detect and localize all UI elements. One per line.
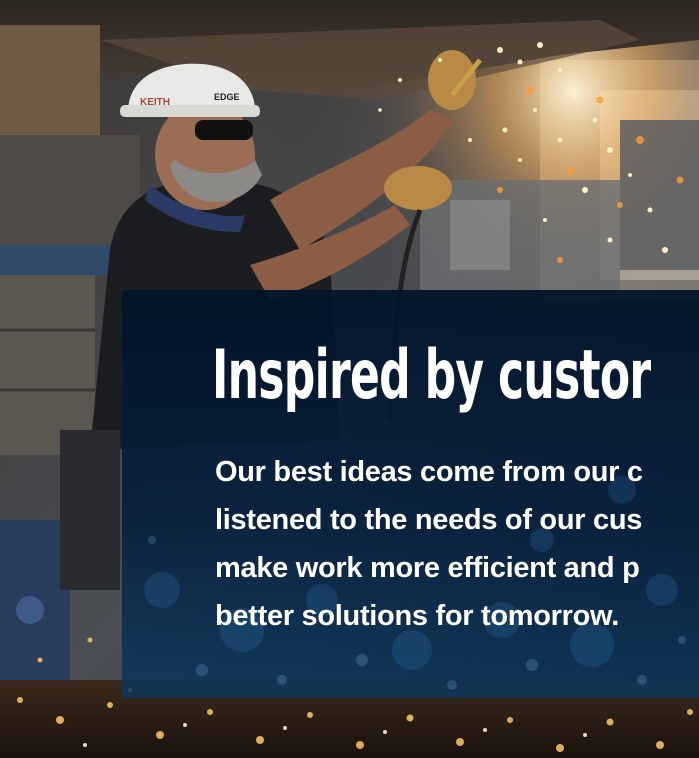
body-line: better solutions for tomorrow.	[215, 600, 619, 632]
hero-banner: KEITH EDGE Inspired by custor Our best i…	[0, 0, 699, 758]
hardhat-label-left: KEITH	[140, 97, 170, 108]
body-copy: Our best ideas come from our c listened …	[215, 448, 699, 640]
headline: Inspired by custor	[212, 336, 651, 415]
body-line: make work more efficient and p	[215, 552, 640, 584]
body-line: listened to the needs of our cus	[215, 504, 643, 536]
headline-panel: Inspired by custor Our best ideas come f…	[122, 290, 699, 698]
body-line: Our best ideas come from our c	[215, 456, 643, 488]
hardhat-label-right: EDGE	[214, 92, 240, 102]
